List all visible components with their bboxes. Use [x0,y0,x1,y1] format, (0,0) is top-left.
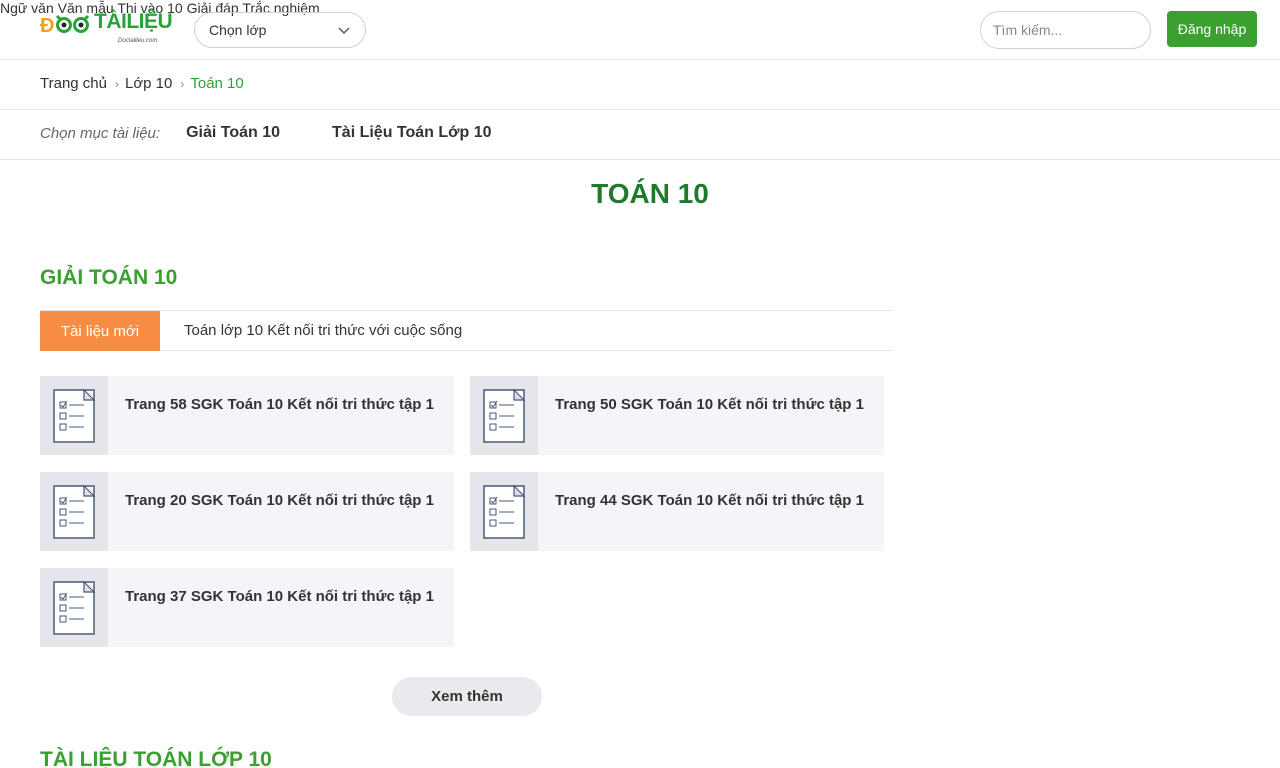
logo-subtext: Doctailieu.com [118,38,158,44]
site-logo[interactable]: Đ TÀILIỆU Doctailieu.com [40,9,173,49]
class-select-value: Chọn lớp [209,22,267,38]
document-title: Trang 44 SGK Toán 10 Kết nối tri thức tậ… [555,492,864,509]
document-title: Trang 50 SGK Toán 10 Kết nối tri thức tậ… [555,396,864,413]
document-title: Trang 58 SGK Toán 10 Kết nối tri thức tậ… [125,396,434,413]
divider [0,159,1280,160]
document-checklist-icon [40,472,108,551]
breadcrumb-current[interactable]: Toán 10 [190,75,243,92]
document-card[interactable]: Trang 44 SGK Toán 10 Kết nối tri thức tậ… [470,472,884,551]
site-header: Đ TÀILIỆU Doctailieu.com Chọn lớp Ngữ vă… [0,0,1280,60]
class-select[interactable]: Chọn lớp [194,12,366,48]
document-card[interactable]: Trang 37 SGK Toán 10 Kết nối tri thức tậ… [40,568,454,647]
section-title-tai-lieu-toan-lop-10[interactable]: TÀI LIỆU TOÁN LỚP 10 [40,748,272,768]
login-button[interactable]: Đăng nhập [1167,11,1257,47]
document-card[interactable]: Trang 20 SGK Toán 10 Kết nối tri thức tậ… [40,472,454,551]
category-bar: Chọn mục tài liệu: Giải Toán 10 Tài Liệu… [40,124,492,142]
owl-logo-icon: Đ [40,14,90,37]
search-input[interactable] [980,11,1151,49]
chevron-down-icon [338,27,350,34]
document-title: Trang 20 SGK Toán 10 Kết nối tri thức tậ… [125,492,434,509]
svg-text:Đ: Đ [40,15,54,37]
document-checklist-icon [40,376,108,455]
breadcrumb-separator-icon: › [114,76,119,91]
category-link-tai-lieu-toan-lop-10[interactable]: Tài Liệu Toán Lớp 10 [332,124,492,142]
category-link-giai-toan-10[interactable]: Giải Toán 10 [186,124,280,142]
document-card[interactable]: Trang 50 SGK Toán 10 Kết nối tri thức tậ… [470,376,884,455]
tab-tai-lieu-moi[interactable]: Tài liệu mới [40,311,160,351]
breadcrumb: Trang chủ › Lớp 10 › Toán 10 [40,75,244,92]
document-card[interactable]: Trang 58 SGK Toán 10 Kết nối tri thức tậ… [40,376,454,455]
section-title-giai-toan-10[interactable]: GIẢI TOÁN 10 [40,266,177,290]
see-more-button[interactable]: Xem thêm [392,677,542,716]
page-title: TOÁN 10 [591,178,709,209]
document-checklist-icon [470,376,538,455]
logo-text: TÀILIỆU [94,10,173,33]
tab-ket-noi-tri-thuc[interactable]: Toán lớp 10 Kết nối tri thức với cuộc số… [184,322,462,339]
document-checklist-icon [40,568,108,647]
breadcrumb-separator-icon: › [180,76,185,91]
category-label: Chọn mục tài liệu: [40,124,161,142]
section-tabs: Tài liệu mới Toán lớp 10 Kết nối tri thứ… [40,310,893,351]
document-title: Trang 37 SGK Toán 10 Kết nối tri thức tậ… [125,588,434,605]
breadcrumb-home[interactable]: Trang chủ [40,75,107,92]
breadcrumb-lop-10[interactable]: Lớp 10 [125,75,172,92]
divider [0,109,1280,110]
document-checklist-icon [470,472,538,551]
